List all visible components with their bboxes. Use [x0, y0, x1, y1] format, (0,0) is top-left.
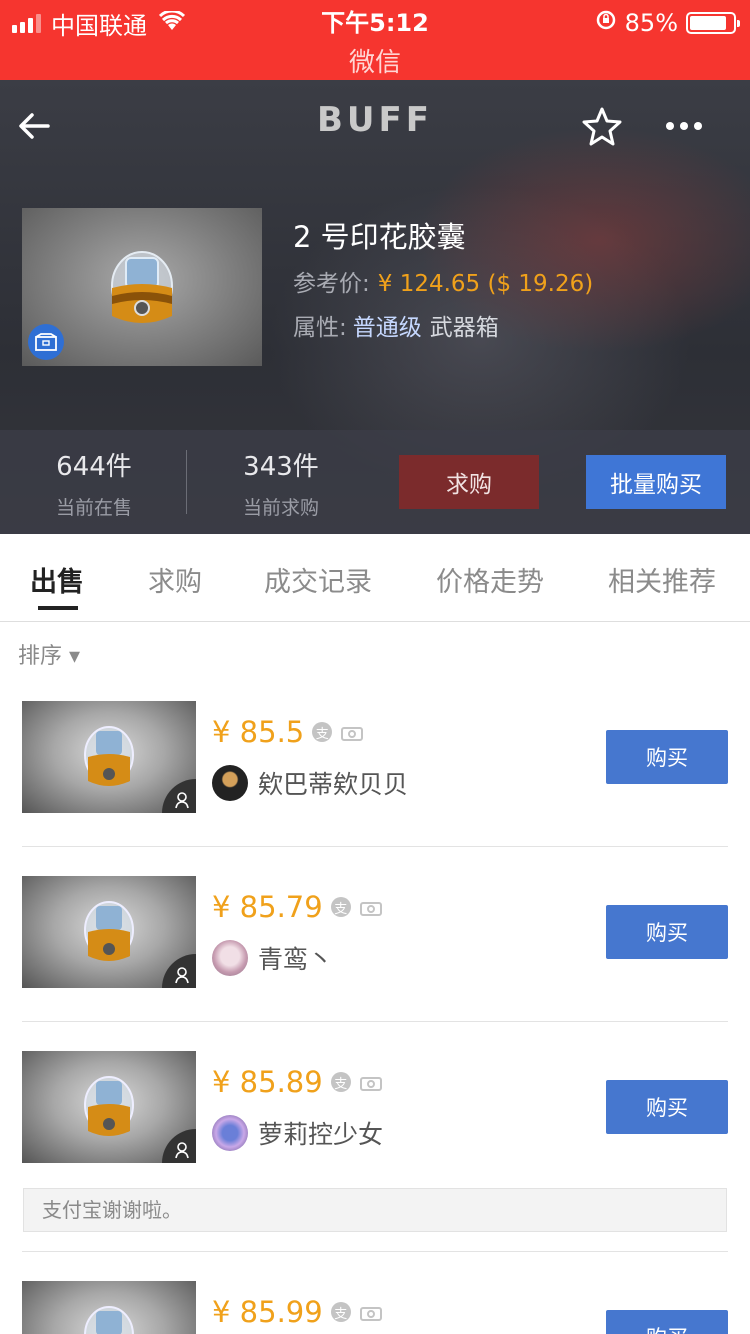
ticket-icon [359, 1065, 383, 1099]
listing-thumbnail[interactable] [22, 1281, 196, 1334]
listing-price: ¥ 85.5 支 [212, 715, 364, 749]
tab-sell[interactable]: 出售 [30, 560, 84, 599]
buy-orders-stat[interactable]: 343件 当前求购 [211, 446, 351, 520]
tab-bar: 出售 求购 成交记录 价格走势 相关推荐 [0, 534, 750, 622]
seller-note: 支付宝谢谢啦。 [23, 1188, 727, 1232]
attr-type: 武器箱 [429, 315, 499, 341]
alipay-icon: 支 [330, 1072, 351, 1092]
battery-percent: 85% [624, 9, 678, 37]
seller-info[interactable]: 欸巴蒂欸贝贝 [212, 765, 408, 801]
attr-quality: 普通级 [352, 315, 422, 341]
avatar[interactable] [212, 765, 248, 801]
ticket-icon [359, 1295, 383, 1329]
tab-price-trend[interactable]: 价格走势 [436, 560, 544, 599]
reference-price-value: ¥ 124.65 ($ 19.26) [377, 271, 594, 297]
ticket-icon [359, 890, 383, 924]
listing-thumbnail[interactable] [22, 701, 196, 813]
buff-logo: BUFF [317, 100, 433, 140]
row-divider [22, 1251, 728, 1252]
seller-name: 欸巴蒂欸贝贝 [258, 770, 409, 799]
battery-icon [686, 12, 740, 34]
seller-info[interactable]: 青鸾丶 [212, 940, 333, 976]
row-divider [22, 846, 728, 847]
reference-price: 参考价: ¥ 124.65 ($ 19.26) [293, 271, 594, 297]
tab-transactions[interactable]: 成交记录 [264, 560, 372, 599]
tab-related[interactable]: 相关推荐 [608, 560, 716, 599]
star-icon[interactable] [578, 102, 626, 150]
alipay-icon: 支 [330, 1302, 351, 1322]
more-icon[interactable] [660, 102, 708, 150]
ticket-icon [340, 715, 364, 749]
tab-buy-orders[interactable]: 求购 [148, 560, 202, 599]
listing-price: ¥ 85.99 支 [212, 1295, 383, 1329]
on-sale-stat[interactable]: 644件 当前在售 [24, 446, 164, 520]
alipay-icon: 支 [330, 897, 351, 917]
bulk-buy-button[interactable]: 批量购买 [586, 455, 726, 509]
avatar[interactable] [212, 1115, 248, 1151]
status-bar: 中国联通 下午5:12 85% 微信 [0, 0, 750, 80]
seller-info[interactable]: 萝莉控少女 [212, 1115, 383, 1151]
item-image [22, 208, 262, 366]
alipay-icon: 支 [312, 722, 333, 742]
buy-button[interactable]: 购买 [606, 905, 728, 959]
seller-name: 萝莉控少女 [258, 1120, 384, 1149]
listing-price: ¥ 85.79 支 [212, 890, 383, 924]
want-buy-button[interactable]: 求购 [399, 455, 539, 509]
seller-name: 青鸾丶 [258, 945, 334, 974]
listing-price: ¥ 85.89 支 [212, 1065, 383, 1099]
item-name: 2 号印花胶囊 [293, 220, 466, 254]
buy-button[interactable]: 购买 [606, 730, 728, 784]
listing-thumbnail[interactable] [22, 876, 196, 988]
buy-button[interactable]: 购买 [606, 1310, 728, 1334]
rotation-lock-icon [595, 9, 617, 37]
stats-bar: 644件 当前在售 343件 当前求购 求购 批量购买 [0, 430, 750, 534]
sort-dropdown[interactable]: 排序 ▾ [18, 638, 80, 670]
avatar[interactable] [212, 940, 248, 976]
active-tab-indicator [38, 606, 78, 610]
buy-button[interactable]: 购买 [606, 1080, 728, 1134]
case-badge-icon [28, 324, 64, 360]
item-attributes: 属性: 普通级 武器箱 [293, 315, 499, 341]
item-header: BUFF 2 号印花胶囊 参考价: ¥ 124.65 ($ 19.26) 属性: 普… [0, 80, 750, 534]
stats-divider [186, 450, 187, 514]
app-title: 微信 [348, 48, 401, 78]
row-divider [22, 1021, 728, 1022]
listing-thumbnail[interactable] [22, 1051, 196, 1163]
